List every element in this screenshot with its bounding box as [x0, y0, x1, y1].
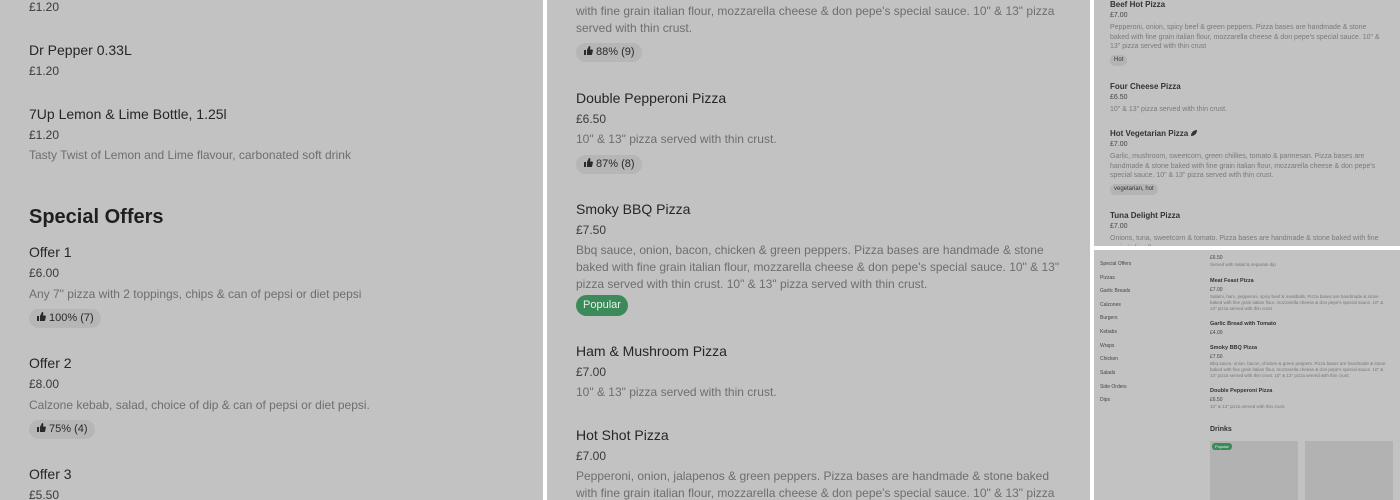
left-menu-panel: £1.20 Dr Pepper 0.33L £1.20 7Up Lemon & …	[0, 0, 543, 500]
section-title-special-offers: Special Offers	[29, 206, 164, 228]
item-name: Garlic Bread with Tomato	[1210, 321, 1277, 327]
category-link-special-offers[interactable]: Special Offers	[1100, 261, 1131, 267]
category-link-dips[interactable]: Dips	[1100, 397, 1110, 403]
rating-badge: 100% (7)	[29, 309, 101, 328]
item-name: Beef Hot Pizza	[1110, 0, 1166, 9]
item-price: £6.50	[1110, 94, 1128, 101]
rating-value: 75% (4)	[49, 423, 88, 435]
right-top-menu-panel: Beef Hot Pizza £7.00 Pepperoni, onion, s…	[1094, 0, 1400, 246]
item-price: £6.50	[1210, 397, 1223, 403]
item-description: Bbq sauce, onion, bacon, chicken & green…	[576, 243, 1060, 291]
item-price: £7.50	[1210, 354, 1223, 360]
category-link-pizzas[interactable]: Pizzas	[1100, 275, 1115, 281]
item-description: Pepperoni, onion, spicy beef & green pep…	[1110, 24, 1380, 50]
item-name: Smoky BBQ Pizza	[576, 201, 691, 217]
item-description: Served with salad & separate dip	[1210, 262, 1276, 267]
category-link-burgers[interactable]: Burgers	[1100, 315, 1118, 321]
category-link-kebabs[interactable]: Kebabs	[1100, 329, 1117, 335]
item-name-text: Hot Vegetarian Pizza	[1110, 129, 1189, 138]
item-price: £1.20	[29, 0, 60, 14]
item-description: 10" & 13" pizza served with thin crust.	[1110, 106, 1228, 113]
item-name: Ham & Mushroom Pizza	[576, 343, 727, 359]
item-name: Offer 2	[29, 355, 72, 371]
item-description: 10" & 13" pizza served with thin crust.	[1210, 404, 1286, 409]
rating-badge: 75% (4)	[29, 420, 95, 439]
item-name: 7Up Lemon & Lime Bottle, 1.25l	[29, 106, 227, 122]
item-name: Double Pepperoni Pizza	[576, 90, 727, 106]
drink-tile[interactable]	[1305, 441, 1393, 500]
item-price: £1.20	[29, 64, 60, 78]
item-price: £6.50	[576, 112, 607, 126]
item-name: Hot Shot Pizza	[576, 427, 669, 443]
item-name: Hot Vegetarian Pizza	[1110, 129, 1198, 138]
item-price: £7.00	[1210, 287, 1223, 293]
rating-value: 88% (9)	[596, 46, 635, 58]
thumbs-up-icon	[37, 312, 46, 321]
category-link-wraps[interactable]: Wraps	[1100, 343, 1114, 349]
rating-badge: 87% (8)	[576, 155, 642, 174]
category-link-calzones[interactable]: Calzones	[1100, 302, 1121, 308]
item-name: Offer 1	[29, 244, 72, 260]
item-description: 10" & 13" pizza served with thin crust.	[576, 132, 777, 146]
item-description: 10" & 13" pizza served with thin crust.	[576, 385, 777, 399]
item-description: Bbq sauce, onion, bacon, chicken & green…	[1210, 361, 1386, 378]
item-price: £6.00	[29, 266, 60, 280]
popular-badge: Popular	[576, 295, 628, 316]
category-link-side-orders[interactable]: Side Orders	[1100, 384, 1127, 390]
item-name: Smoky BBQ Pizza	[1210, 345, 1258, 351]
rating-value: 100% (7)	[49, 312, 94, 324]
popular-badge: Popular	[1212, 443, 1232, 450]
item-name: Double Pepperoni Pizza	[1210, 388, 1273, 394]
item-price: £7.00	[576, 449, 607, 463]
item-price: £7.00	[1110, 12, 1128, 19]
item-description: Onions, tuna, sweetcorn & tomato. Pizza …	[1110, 235, 1379, 246]
item-price: £7.00	[576, 365, 607, 379]
item-price: £4.00	[1210, 330, 1223, 336]
item-description: Garlic, mushroom, sweetcorn, green chill…	[1110, 153, 1376, 179]
item-price: £7.00	[1110, 223, 1128, 230]
item-description: Any 7" pizza with 2 toppings, chips & ca…	[29, 287, 362, 301]
rating-badge: 88% (9)	[576, 43, 642, 62]
thumbs-up-icon	[584, 158, 593, 167]
item-price: £5.50	[29, 488, 60, 500]
category-link-chicken[interactable]: Chicken	[1100, 356, 1118, 362]
item-description: Calzone kebab, salad, choice of dip & ca…	[29, 398, 370, 412]
item-price: £1.20	[29, 128, 60, 142]
item-description: Salami, ham, pepperoni, spicy beef & mea…	[1210, 294, 1384, 311]
rating-value: 87% (8)	[596, 158, 635, 170]
item-name: Four Cheese Pizza	[1110, 82, 1181, 91]
item-description: with fine grain italian flour, mozzarell…	[576, 4, 1055, 35]
item-price: £8.00	[29, 377, 60, 391]
category-link-salads[interactable]: Salads	[1100, 370, 1115, 376]
item-name: Tuna Delight Pizza	[1110, 211, 1181, 220]
thumbs-up-icon	[37, 423, 46, 432]
middle-menu-panel: with fine grain italian flour, mozzarell…	[547, 0, 1090, 500]
item-description: Pepperoni, onion, jalapenos & green pepp…	[576, 469, 1055, 500]
right-bottom-menu-panel: Special Offers Pizzas Garlic Breads Calz…	[1094, 250, 1400, 500]
dietary-tag: vegetarian, hot	[1110, 184, 1158, 195]
dietary-tag: Hot	[1110, 55, 1128, 66]
category-link-garlic-breads[interactable]: Garlic Breads	[1100, 288, 1130, 294]
item-price: £7.00	[1110, 141, 1128, 148]
item-price: £7.50	[576, 223, 607, 237]
item-name: Dr Pepper 0.33L	[29, 42, 132, 58]
leaf-icon	[1191, 130, 1198, 136]
item-price: £6.50	[1210, 255, 1223, 261]
item-name: Offer 3	[29, 466, 72, 482]
item-name: Meat Feast Pizza	[1210, 278, 1254, 284]
thumbs-up-icon	[584, 46, 593, 55]
item-description: Tasty Twist of Lemon and Lime flavour, c…	[29, 148, 351, 162]
section-title-drinks: Drinks	[1210, 426, 1232, 433]
